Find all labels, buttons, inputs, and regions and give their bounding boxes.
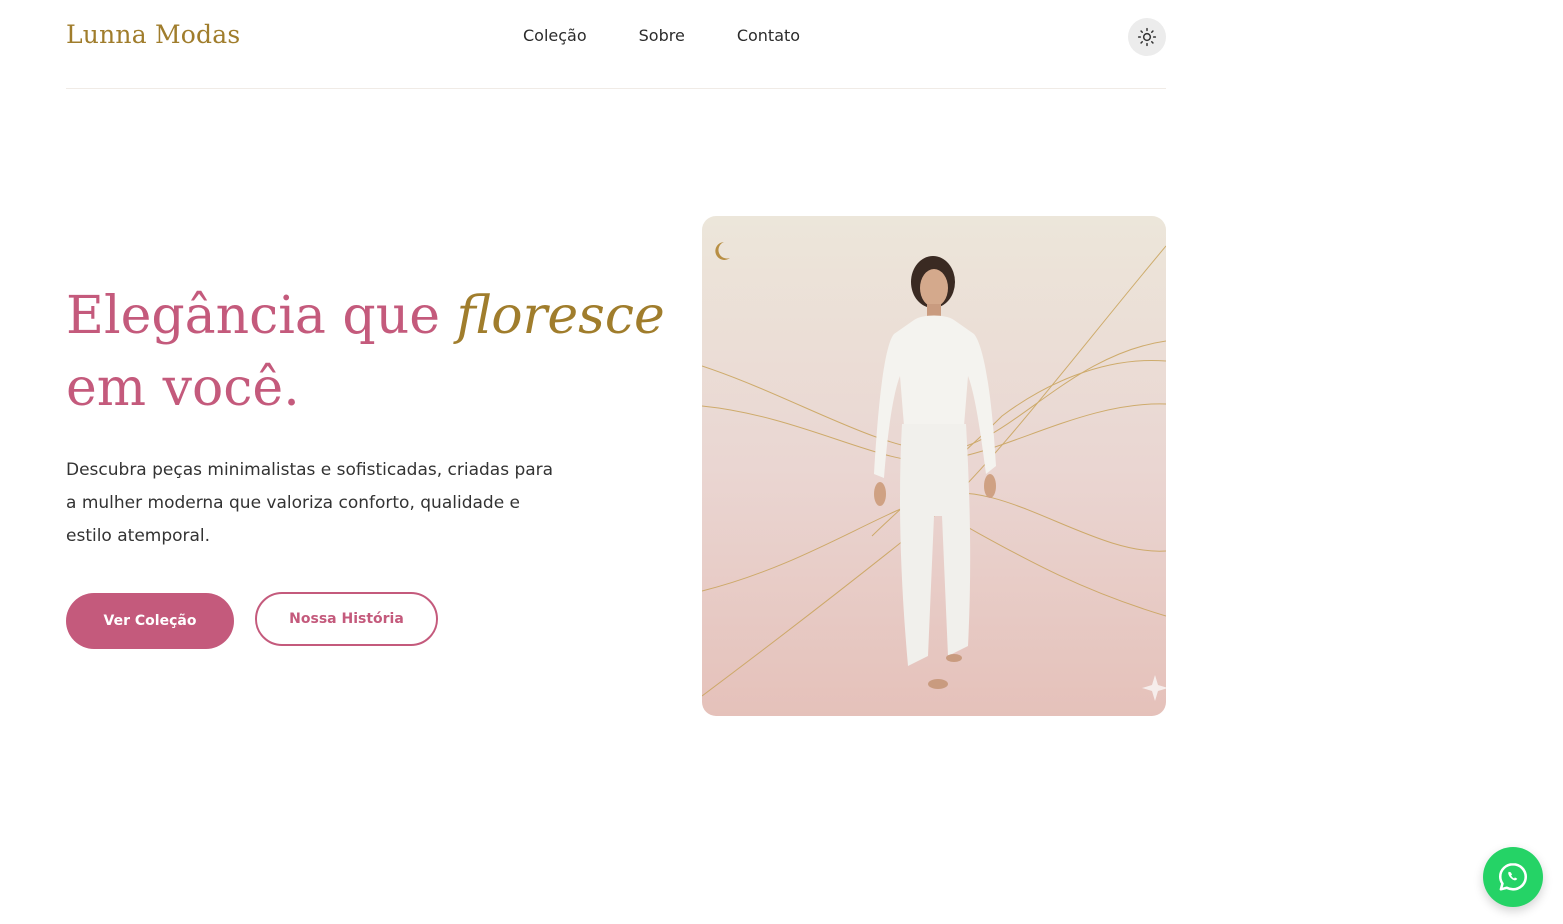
whatsapp-icon bbox=[1498, 862, 1528, 891]
ver-colecao-button[interactable]: Ver Coleção bbox=[66, 593, 234, 649]
hero-title-part1: Elegância que bbox=[66, 286, 457, 346]
brand-logo[interactable]: Lunna Modas bbox=[66, 20, 240, 49]
hero-title: Elegância que floresce em você. bbox=[66, 280, 666, 424]
hero-description: Descubra peças minimalistas e sofisticad… bbox=[66, 460, 554, 546]
sparkle-icon bbox=[1142, 675, 1166, 701]
moon-icon bbox=[715, 242, 730, 260]
nav-link-sobre[interactable]: Sobre bbox=[639, 26, 685, 45]
hero-image bbox=[702, 216, 1166, 716]
whatsapp-button[interactable] bbox=[1483, 847, 1543, 907]
nossa-historia-button[interactable]: Nossa História bbox=[255, 592, 438, 646]
site-header: Lunna Modas Coleção Sobre Contato bbox=[66, 0, 1166, 89]
theme-toggle-button[interactable] bbox=[1128, 18, 1166, 56]
main-nav: Coleção Sobre Contato bbox=[523, 26, 852, 45]
hero-title-accent: floresce bbox=[456, 286, 665, 346]
nav-link-contato[interactable]: Contato bbox=[737, 26, 800, 45]
nav-link-colecao[interactable]: Coleção bbox=[523, 26, 587, 45]
hero-title-part2: em você. bbox=[66, 358, 300, 418]
sun-icon bbox=[1137, 27, 1157, 47]
landing-page: Lunna Modas Coleção Sobre Contato Elegân… bbox=[0, 0, 1563, 924]
